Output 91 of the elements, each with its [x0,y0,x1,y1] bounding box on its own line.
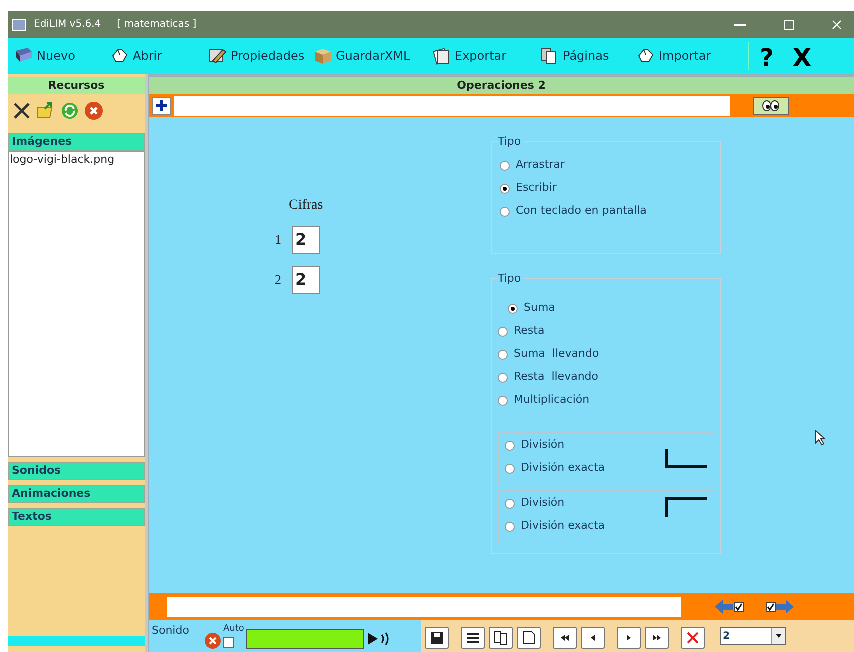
option-label: División [521,437,565,454]
sidebar-section-tab[interactable]: Sonidos [8,462,145,480]
eyes-icon [761,100,781,112]
sound-label: Sonido [152,623,190,639]
option-label: Multiplicación [514,392,590,408]
toolbar-button[interactable] [645,627,669,649]
next-page-icon [626,634,632,642]
toolbar-button[interactable]: Exportar [432,42,507,70]
minimize-button[interactable] [734,24,746,26]
window-title: EdiLIM v5.6.4 [34,18,102,32]
sound-field[interactable] [246,629,364,649]
radio-button[interactable] [505,440,515,450]
digits-field[interactable]: 2 [292,266,320,294]
option-label: Con teclado en pantalla [516,203,647,220]
option-label: Arrastrar [516,157,565,174]
sidebar-header: Recursos [8,77,145,94]
last-page-icon [652,634,662,642]
project-name: [ matematicas ] [117,18,197,32]
maximize-button[interactable] [784,20,794,30]
copy-icon [492,629,510,647]
option-label: División [521,495,565,512]
page-select[interactable]: 2 [720,627,786,645]
toolbar-button[interactable] [425,627,449,649]
option-label: Suma llevando [514,346,600,362]
toolbar-button[interactable] [461,627,485,649]
back-checkbox[interactable] [734,602,744,612]
digits-field[interactable]: 2 [292,226,320,254]
pencil-icon [208,47,228,65]
radio-button[interactable] [498,350,508,360]
radio-button[interactable] [508,304,518,314]
toolbar-button[interactable]: Abrir [110,42,162,70]
toolbar-button[interactable]: Importar [636,42,712,70]
option-label: Resta [514,323,545,340]
remove-sound-icon[interactable] [205,633,222,649]
option-label: División exacta [521,518,606,534]
play-sound-icon[interactable] [367,631,392,647]
radio-button[interactable] [500,160,510,170]
radio-button[interactable] [505,498,515,508]
radio-button[interactable] [498,396,508,406]
division-bracket-icon [665,497,707,517]
sidebar-section-tab[interactable]: Textos [8,508,145,526]
radio-button[interactable] [498,372,508,382]
radio-button[interactable] [505,522,515,532]
page-title: Operaciones 2 [149,77,854,94]
sidebar-section-tab[interactable]: Imágenes [8,133,145,151]
toolbar-button[interactable] [617,627,641,649]
toolbar-button[interactable]: GuardarXML [313,42,410,70]
resource-list-item[interactable]: logo-vigi-black.png [9,152,144,168]
toolbar-button[interactable]: Propiedades [208,42,305,70]
cifras-label: Cifras [289,197,324,215]
help-button[interactable]: ? [760,40,774,76]
mouse-cursor-icon [815,430,827,446]
radio-button[interactable] [505,464,515,474]
option-label: Escribir [516,180,557,196]
save-icon [428,629,446,647]
delete-icon[interactable] [84,101,104,121]
sidebar-section-tab[interactable]: Animaciones [8,485,145,503]
bottom-text-field[interactable] [167,596,681,616]
plus-icon [156,100,167,111]
radio-button[interactable] [498,326,508,336]
auto-checkbox[interactable] [223,636,234,648]
radio-button[interactable] [500,206,510,216]
preview-button[interactable] [753,96,789,114]
option-label: Suma [524,300,556,316]
toolbar-button[interactable]: Páginas [540,42,610,70]
group-legend: Tipo [498,271,524,288]
row-number: 2 [275,271,282,290]
add-page-button[interactable] [152,96,171,114]
option-label: Resta llevando [514,369,599,386]
pages-icon [432,47,452,65]
group-legend: Tipo [498,134,524,150]
close-icon[interactable] [832,20,842,30]
row-number: 1 [275,231,282,250]
app-icon [12,18,26,30]
forward-checkbox[interactable] [766,602,776,612]
toolbar-button[interactable] [517,627,541,649]
toolbar-button[interactable]: Nuevo [14,42,76,70]
division-bracket-icon [665,449,707,469]
radio-button[interactable] [500,184,510,194]
option-label: División exacta [521,460,606,476]
box-icon [313,47,333,65]
page-text-field[interactable] [174,96,730,116]
toolbar-button[interactable] [581,627,605,649]
auto-label: Auto [223,623,244,636]
toolbar-button[interactable] [553,627,577,649]
tools-icon[interactable] [12,101,32,121]
previous-page-icon [590,634,596,642]
exit-button[interactable]: X [793,40,812,76]
first-page-icon [560,634,570,642]
refresh-icon[interactable] [60,101,80,121]
toolbar-button[interactable] [489,627,513,649]
